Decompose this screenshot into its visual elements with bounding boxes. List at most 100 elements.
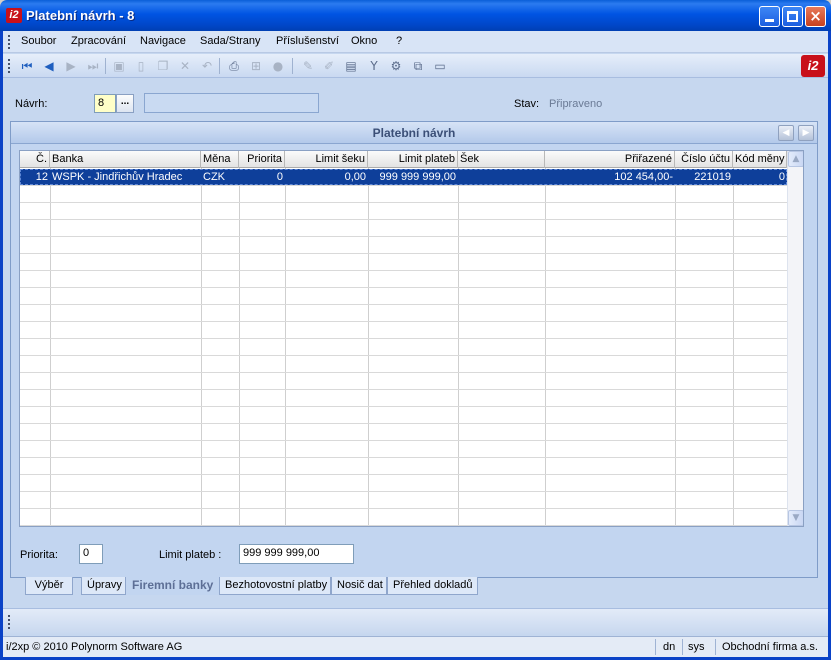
status-company: Obchodní firma a.s. xyxy=(722,641,818,653)
menu-sada-strany[interactable]: Sada/Strany xyxy=(200,35,261,47)
refresh-icon[interactable]: ● xyxy=(270,58,286,74)
column-header-limit-seku[interactable]: Limit šeku xyxy=(285,151,368,168)
grid-row-line xyxy=(20,253,787,254)
menu-grip[interactable] xyxy=(8,35,11,49)
grid-row-line xyxy=(20,321,787,322)
menu-zpracovani[interactable]: Zpracování xyxy=(71,35,126,47)
grid-vertical-scrollbar[interactable]: ▲ ▼ xyxy=(787,151,803,526)
menu-soubor[interactable]: Soubor xyxy=(21,35,56,47)
grid-row-line xyxy=(20,304,787,305)
scroll-down-icon[interactable]: ▼ xyxy=(788,510,803,526)
priorita-label: Priorita: xyxy=(20,549,58,561)
scroll-up-icon[interactable]: ▲ xyxy=(788,151,803,167)
column-header-banka[interactable]: Banka xyxy=(50,151,201,168)
grid-row-line xyxy=(20,525,787,526)
navrh-input[interactable]: 8 xyxy=(94,94,116,113)
cell-c: 12 xyxy=(35,171,48,183)
grid-row-line xyxy=(20,185,787,186)
new-icon[interactable]: ▯ xyxy=(133,58,149,74)
title-bar: i2 Platební návrh - 8 × xyxy=(0,0,831,31)
toolbar-grip[interactable] xyxy=(8,59,11,73)
table-row[interactable]: 12 WSPK - Jindřichův Hradec CZK 0 0,00 9… xyxy=(20,169,787,185)
grid-row-line xyxy=(20,423,787,424)
cell-banka: WSPK - Jindřichův Hradec xyxy=(52,171,183,183)
status-separator xyxy=(715,639,716,655)
grid-row-line xyxy=(20,474,787,475)
copy-icon[interactable]: ❐ xyxy=(155,58,171,74)
minimize-button[interactable] xyxy=(759,6,780,27)
menu-bar: Soubor Zpracování Navigace Sada/Strany P… xyxy=(3,31,828,53)
cell-priorita: 0 xyxy=(276,171,283,183)
status-bar: i/2xp © 2010 Polynorm Software AG dn sys… xyxy=(3,636,828,657)
prev-record-icon[interactable]: ◀ xyxy=(41,58,57,74)
filter-icon[interactable]: Y xyxy=(366,58,382,74)
settings-icon[interactable]: ⚙ xyxy=(388,58,404,74)
document-icon[interactable]: ▭ xyxy=(432,58,448,74)
tab-upravy[interactable]: Úpravy xyxy=(81,577,126,595)
menu-navigace[interactable]: Navigace xyxy=(140,35,186,47)
close-button[interactable]: × xyxy=(805,6,826,27)
first-record-icon[interactable]: ⏮ xyxy=(19,58,35,74)
priorita-input[interactable]: 0 xyxy=(79,544,103,564)
delete-icon[interactable]: ✕ xyxy=(177,58,193,74)
menu-prislusenstvi[interactable]: Příslušenství xyxy=(276,35,339,47)
cell-cislo-uctu: 221019 xyxy=(694,171,731,183)
tab-prehled-dokladu[interactable]: Přehled dokladů xyxy=(387,577,478,595)
navrh-lookup-button[interactable]: ... xyxy=(116,94,134,113)
corner-logo-icon: i2 xyxy=(801,55,825,77)
toolbar-separator xyxy=(292,58,293,74)
stav-label: Stav: xyxy=(514,98,540,110)
column-header-cislo-uctu[interactable]: Číslo účtu xyxy=(675,151,733,168)
tab-firemni-banky[interactable]: Firemní banky xyxy=(126,577,219,595)
panel-prev-icon[interactable]: ◀ xyxy=(778,125,794,141)
app-logo-icon: i2 xyxy=(6,8,22,23)
column-header-prirazene[interactable]: Přiřazené xyxy=(545,151,675,168)
edit-icon[interactable]: ✎ xyxy=(300,58,316,74)
column-header-limit-plateb[interactable]: Limit plateb xyxy=(368,151,458,168)
form-icon[interactable]: ▤ xyxy=(343,58,359,74)
column-header-sek[interactable]: Šek xyxy=(458,151,545,168)
export-icon[interactable]: ⧉ xyxy=(410,58,426,74)
status-user: sys xyxy=(688,641,705,653)
stav-value: Připraveno xyxy=(549,98,603,110)
column-header-kod-meny[interactable]: Kód měny xyxy=(733,151,787,168)
tab-vyber[interactable]: Výběr xyxy=(25,577,73,595)
navrh-description-field xyxy=(144,93,319,113)
menu-help[interactable]: ? xyxy=(396,35,402,47)
cell-sek xyxy=(458,169,545,185)
minimize-icon xyxy=(765,19,774,22)
tab-nosic-dat[interactable]: Nosič dat xyxy=(331,577,387,595)
print-icon[interactable]: ⎙ xyxy=(226,58,242,74)
pencil-icon[interactable]: ✐ xyxy=(321,58,337,74)
banks-grid[interactable]: Č. Banka Měna Priorita Limit šeku Limit … xyxy=(19,150,804,527)
next-record-icon[interactable]: ▶ xyxy=(63,58,79,74)
cell-prirazene: 102 454,00- xyxy=(614,171,673,183)
limit-plateb-input[interactable]: 999 999 999,00 xyxy=(239,544,354,564)
grid-row-line xyxy=(20,219,787,220)
secondary-toolbar xyxy=(3,608,828,634)
maximize-button[interactable] xyxy=(782,6,803,27)
last-record-icon[interactable]: ⏭ xyxy=(85,58,101,74)
grid-row-line xyxy=(20,372,787,373)
status-separator xyxy=(682,639,683,655)
panel-title: Platební návrh xyxy=(372,126,456,140)
tab-bezhotovostni-platby[interactable]: Bezhotovostní platby xyxy=(219,577,331,595)
column-header-priorita[interactable]: Priorita xyxy=(239,151,285,168)
grid-row-line xyxy=(20,338,787,339)
status-copyright: i/2xp © 2010 Polynorm Software AG xyxy=(6,641,183,653)
panel-next-icon[interactable]: ▶ xyxy=(798,125,814,141)
column-header-c[interactable]: Č. xyxy=(20,151,50,168)
cell-kod-meny: 0 xyxy=(778,171,785,183)
undo-icon[interactable]: ↶ xyxy=(199,58,215,74)
tree-icon[interactable]: ⊞ xyxy=(248,58,264,74)
cell-mena: CZK xyxy=(203,171,225,183)
menu-okno[interactable]: Okno xyxy=(351,35,377,47)
save-icon[interactable]: ▣ xyxy=(111,58,127,74)
grid-header: Č. Banka Měna Priorita Limit šeku Limit … xyxy=(20,151,787,168)
toolbar-grip[interactable] xyxy=(8,615,11,629)
panel-header: Platební návrh ◀ ▶ xyxy=(11,122,817,144)
grid-row-line xyxy=(20,389,787,390)
grid-row-line xyxy=(20,440,787,441)
column-header-mena[interactable]: Měna xyxy=(201,151,239,168)
limit-plateb-label: Limit plateb : xyxy=(159,549,222,561)
